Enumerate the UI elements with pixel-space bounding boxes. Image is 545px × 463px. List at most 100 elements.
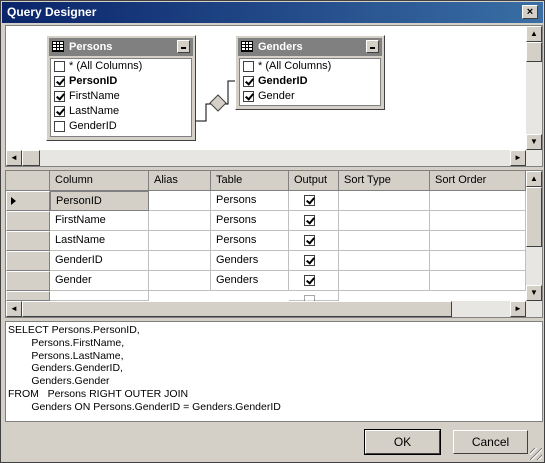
column-all-persons[interactable]: * (All Columns) xyxy=(51,59,191,74)
cell-sort-order[interactable] xyxy=(430,211,526,231)
cancel-button[interactable]: Cancel xyxy=(453,430,528,454)
cell-column[interactable]: Gender xyxy=(50,271,149,291)
ok-button[interactable]: OK xyxy=(364,429,441,455)
scroll-left-icon[interactable]: ◄ xyxy=(6,301,22,317)
cell-output[interactable] xyxy=(289,271,339,291)
checkbox-icon[interactable] xyxy=(243,76,254,87)
cell-sort-order[interactable] xyxy=(430,251,526,271)
row-pointer-icon[interactable] xyxy=(6,191,50,211)
sql-pane[interactable]: SELECT Persons.PersonID, Persons.FirstNa… xyxy=(5,321,543,422)
row-header[interactable] xyxy=(6,211,50,231)
scroll-down-icon[interactable]: ▼ xyxy=(526,134,542,150)
cell-table[interactable]: Persons xyxy=(211,231,289,251)
column-personid[interactable]: PersonID xyxy=(51,74,191,89)
minimize-icon[interactable] xyxy=(366,40,379,53)
table-box-persons[interactable]: Persons * (All Columns) PersonID FirstNa… xyxy=(46,35,196,141)
column-firstname[interactable]: FirstName xyxy=(51,89,191,104)
column-genderid-persons[interactable]: GenderID xyxy=(51,119,191,134)
header-sort-type[interactable]: Sort Type xyxy=(339,171,430,191)
scroll-up-icon[interactable]: ▲ xyxy=(526,26,542,42)
column-lastname[interactable]: LastName xyxy=(51,104,191,119)
column-gender[interactable]: Gender xyxy=(240,89,380,104)
cell-table[interactable]: Persons xyxy=(211,211,289,231)
title-bar[interactable]: Query Designer × xyxy=(2,2,543,23)
diagram-vertical-scrollbar[interactable]: ▲ ▼ xyxy=(526,26,542,150)
scroll-down-icon[interactable]: ▼ xyxy=(526,285,542,301)
checkbox-icon[interactable] xyxy=(304,195,315,206)
checkbox-icon[interactable] xyxy=(243,91,254,102)
cell-output[interactable] xyxy=(289,251,339,271)
checkbox-icon[interactable] xyxy=(304,255,315,266)
column-all-genders[interactable]: * (All Columns) xyxy=(240,59,380,74)
checkbox-icon[interactable] xyxy=(54,91,65,102)
checkbox-icon[interactable] xyxy=(54,61,65,72)
checkbox-icon[interactable] xyxy=(304,235,315,246)
cell-sort-type[interactable] xyxy=(339,211,430,231)
header-alias[interactable]: Alias xyxy=(149,171,211,191)
scroll-thumb[interactable] xyxy=(526,42,542,62)
cell-output[interactable] xyxy=(289,231,339,251)
scroll-up-icon[interactable]: ▲ xyxy=(526,171,542,187)
cell-table[interactable]: Persons xyxy=(211,191,289,211)
cell-alias[interactable] xyxy=(149,231,211,251)
diagram-horizontal-scrollbar[interactable]: ◄ ► xyxy=(6,150,542,166)
cell-table[interactable]: Genders xyxy=(211,271,289,291)
header-sort-order[interactable]: Sort Order xyxy=(430,171,526,191)
scroll-thumb[interactable] xyxy=(22,150,40,166)
row-header[interactable] xyxy=(6,271,50,291)
cell-sort-type[interactable] xyxy=(339,191,430,211)
cell-sort-order[interactable] xyxy=(430,271,526,291)
checkbox-icon[interactable] xyxy=(304,215,315,226)
scroll-left-icon[interactable]: ◄ xyxy=(6,150,22,166)
scroll-right-icon[interactable]: ► xyxy=(510,150,526,166)
scroll-thumb[interactable] xyxy=(22,301,452,317)
resize-grip-icon[interactable] xyxy=(530,448,542,460)
row-header[interactable] xyxy=(6,291,50,301)
grid-vertical-scrollbar[interactable]: ▲ ▼ xyxy=(526,171,542,301)
cell-column[interactable] xyxy=(50,291,149,301)
cell-alias[interactable] xyxy=(149,271,211,291)
cell-alias[interactable] xyxy=(149,251,211,271)
cell-alias[interactable] xyxy=(149,211,211,231)
cell-column[interactable]: GenderID xyxy=(50,251,149,271)
cell-sort-type[interactable] xyxy=(339,231,430,251)
header-column[interactable]: Column xyxy=(50,171,149,191)
cell-output[interactable] xyxy=(289,191,339,211)
sql-line: Genders ON Persons.GenderID = Genders.Ge… xyxy=(8,400,281,413)
checkbox-icon[interactable] xyxy=(54,106,65,117)
checkbox-icon[interactable] xyxy=(54,121,65,132)
sql-line: SELECT Persons.PersonID, xyxy=(8,324,140,336)
cell-sort-order[interactable] xyxy=(430,231,526,251)
header-output[interactable]: Output xyxy=(289,171,339,191)
table-header-genders[interactable]: Genders xyxy=(238,38,382,56)
header-table[interactable]: Table xyxy=(211,171,289,191)
cell-output[interactable] xyxy=(289,211,339,231)
minimize-icon[interactable] xyxy=(177,40,190,53)
checkbox-icon[interactable] xyxy=(304,275,315,286)
scroll-thumb[interactable] xyxy=(526,187,542,247)
cell-column[interactable]: FirstName xyxy=(50,211,149,231)
table-columns-persons: * (All Columns) PersonID FirstName LastN… xyxy=(50,58,192,137)
table-header-persons[interactable]: Persons xyxy=(49,38,193,56)
table-box-genders[interactable]: Genders * (All Columns) GenderID Gender xyxy=(235,35,385,110)
column-genderid-genders[interactable]: GenderID xyxy=(240,74,380,89)
cell-column[interactable]: LastName xyxy=(50,231,149,251)
cell-sort-order[interactable] xyxy=(430,191,526,211)
table-grid-icon xyxy=(52,41,64,52)
checkbox-icon[interactable] xyxy=(243,61,254,72)
checkbox-icon[interactable] xyxy=(54,76,65,87)
cell-column[interactable]: PersonID xyxy=(50,191,149,211)
table-columns-genders: * (All Columns) GenderID Gender xyxy=(239,58,381,106)
cell-sort-type[interactable] xyxy=(339,251,430,271)
criteria-grid[interactable]: Column Alias Table Output Sort Type Sort… xyxy=(5,170,543,318)
row-header[interactable] xyxy=(6,251,50,271)
cell-alias[interactable] xyxy=(149,191,211,211)
cell-sort-type[interactable] xyxy=(339,271,430,291)
diagram-pane[interactable]: Persons * (All Columns) PersonID FirstNa… xyxy=(5,25,543,167)
row-header[interactable] xyxy=(6,231,50,251)
cell-table[interactable]: Genders xyxy=(211,251,289,271)
cell-output[interactable] xyxy=(289,291,339,306)
scroll-right-icon[interactable]: ► xyxy=(510,301,526,317)
close-icon[interactable]: × xyxy=(522,5,538,19)
grid-horizontal-scrollbar[interactable]: ◄ ► xyxy=(6,301,542,317)
